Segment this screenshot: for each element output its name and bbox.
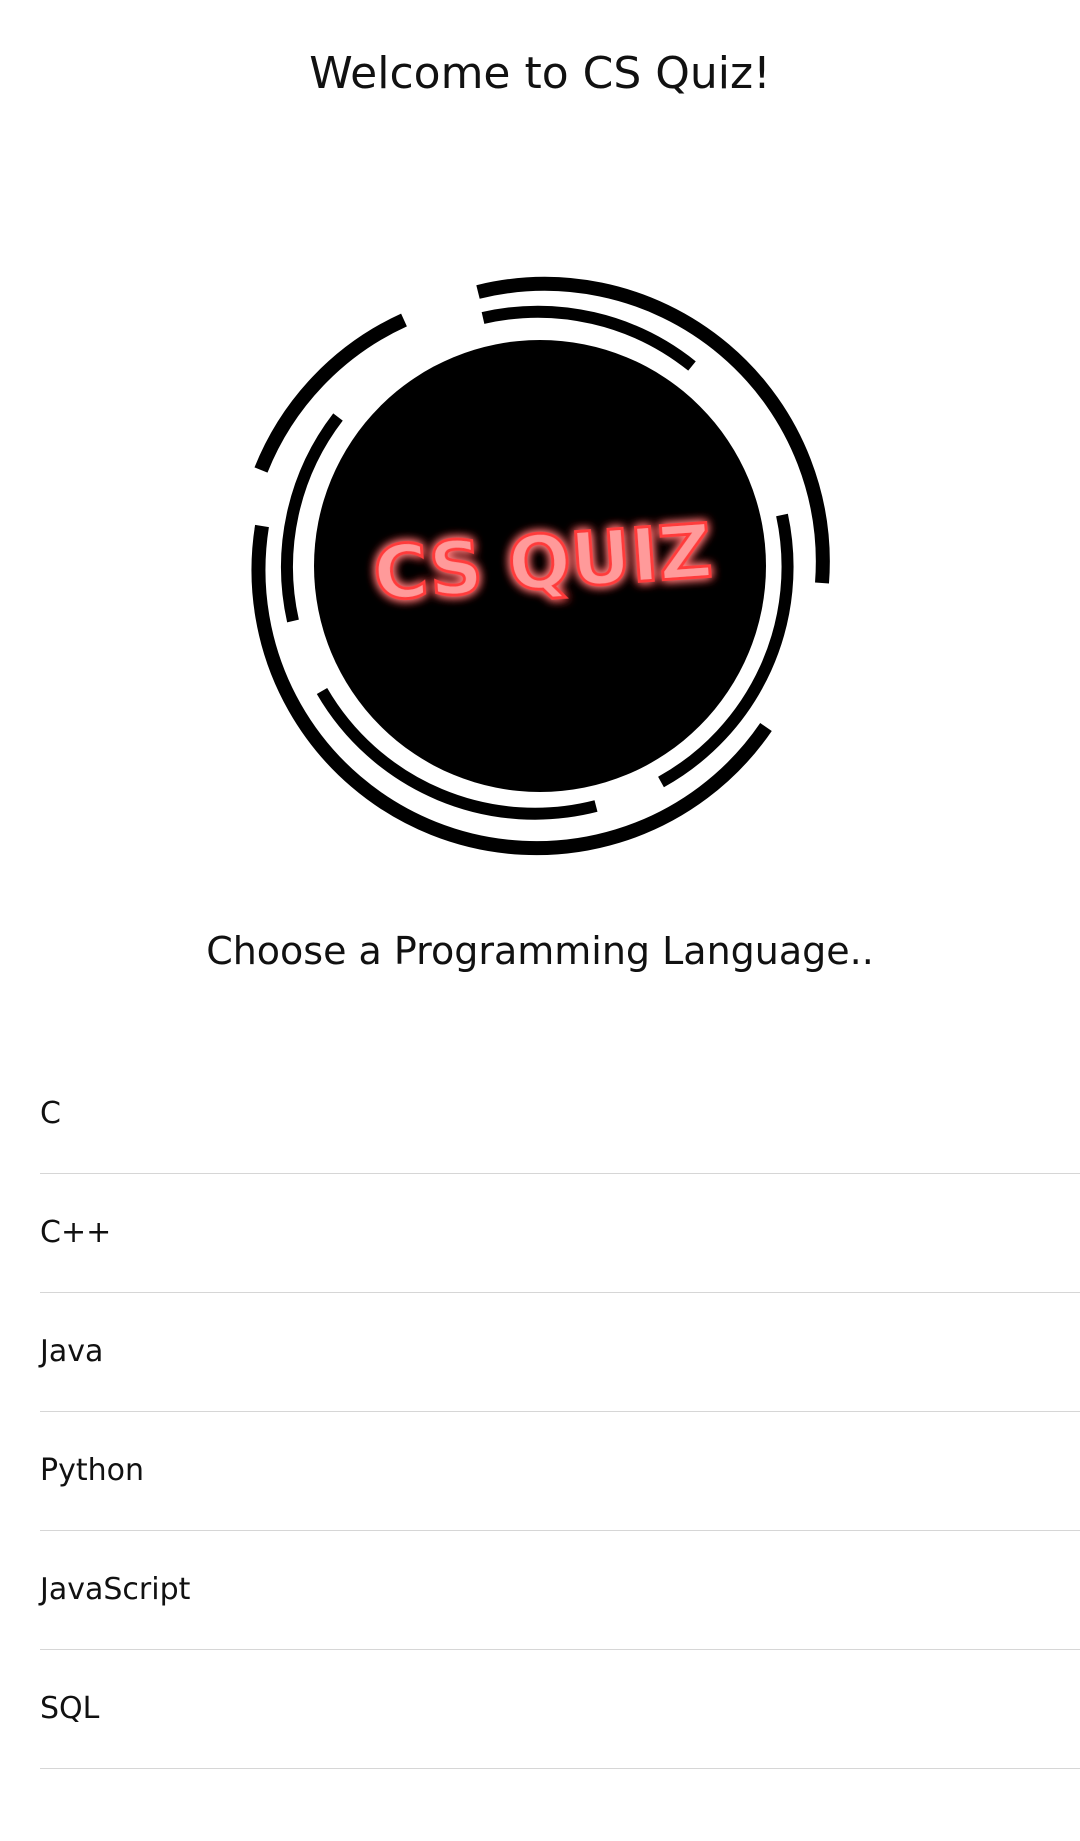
language-list: C C++ Java Python JavaScript SQL (40, 1055, 1080, 1769)
cs-quiz-logo: CS QUIZ (245, 270, 835, 860)
language-item-cpp[interactable]: C++ (40, 1174, 1080, 1293)
language-label: Java (40, 1333, 104, 1369)
logo-graphic: CS QUIZ (251, 276, 830, 856)
main-screen: Welcome to CS Quiz! CS QUIZ Choose a Pro… (0, 0, 1080, 1841)
language-item-javascript[interactable]: JavaScript (40, 1531, 1080, 1650)
language-label: Python (40, 1452, 144, 1488)
language-label: C (40, 1095, 61, 1131)
language-label: JavaScript (40, 1571, 191, 1607)
language-item-python[interactable]: Python (40, 1412, 1080, 1531)
language-item-sql[interactable]: SQL (40, 1650, 1080, 1769)
choose-language-prompt: Choose a Programming Language.. (206, 929, 874, 973)
page-title: Welcome to CS Quiz! (309, 48, 771, 99)
language-item-java[interactable]: Java (40, 1293, 1080, 1412)
language-label: SQL (40, 1690, 100, 1726)
language-label: C++ (40, 1214, 112, 1250)
language-item-c[interactable]: C (40, 1055, 1080, 1174)
